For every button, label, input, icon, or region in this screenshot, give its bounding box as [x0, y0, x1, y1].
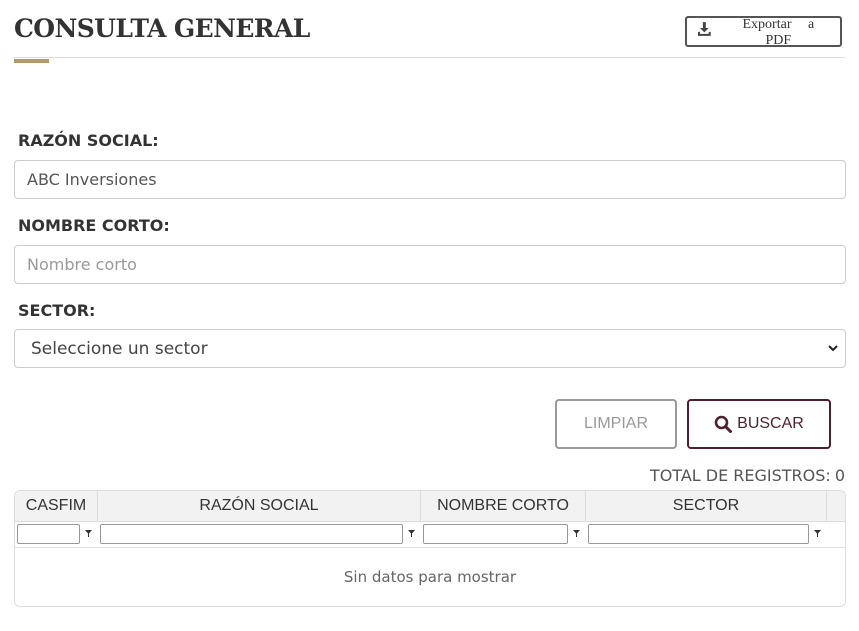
clear-button[interactable]: LIMPIAR: [555, 399, 677, 449]
export-pdf-label: Exportar a PDF: [742, 17, 815, 48]
search-button-label: BUSCAR: [737, 415, 804, 432]
total-records-label: TOTAL DE REGISTROS:: [649, 466, 831, 485]
empty-message: Sin datos para mostrar: [343, 568, 517, 586]
filter-icon[interactable]: [85, 530, 92, 537]
column-header-casfim[interactable]: CASFIM: [15, 491, 98, 521]
column-header-sector[interactable]: SECTOR: [586, 491, 827, 521]
total-records-count: 0: [834, 466, 845, 485]
razon-social-input[interactable]: [14, 160, 846, 199]
download-icon: [698, 21, 711, 36]
sector-label: SECTOR:: [18, 301, 96, 320]
title-accent-bar: [14, 59, 49, 63]
razon-social-label: RAZÓN SOCIAL:: [18, 131, 159, 150]
filter-input-casfim[interactable]: [17, 524, 80, 544]
search-button[interactable]: BUSCAR: [687, 399, 831, 449]
filter-input-nombre-corto[interactable]: [423, 524, 568, 544]
title-divider: [14, 57, 845, 58]
filter-input-sector[interactable]: [588, 524, 809, 544]
column-header-nombre-corto[interactable]: NOMBRE CORTO: [421, 491, 586, 521]
sector-selected-value: Seleccione un sector: [31, 338, 208, 359]
nombre-corto-input[interactable]: [14, 245, 846, 284]
column-header-razon-social[interactable]: RAZÓN SOCIAL: [98, 491, 421, 521]
sector-select[interactable]: Seleccione un sector: [14, 329, 846, 368]
results-grid: CASFIM RAZÓN SOCIAL NOMBRE CORTO SECTOR …: [14, 490, 846, 607]
filter-icon[interactable]: [573, 530, 580, 537]
chevron-down-icon: [828, 345, 838, 352]
page-title: CONSULTA GENERAL: [14, 14, 310, 43]
filter-icon[interactable]: [814, 530, 821, 537]
total-records: TOTAL DE REGISTROS: 0: [646, 466, 845, 485]
export-pdf-button[interactable]: Exportar a PDF: [685, 16, 842, 48]
search-icon: [714, 415, 733, 433]
grid-header: CASFIM RAZÓN SOCIAL NOMBRE CORTO SECTOR: [15, 491, 845, 522]
nombre-corto-label: NOMBRE CORTO:: [18, 216, 170, 235]
filter-icon[interactable]: [408, 530, 415, 537]
grid-filter-row: [15, 522, 845, 548]
filter-input-razon-social[interactable]: [100, 524, 403, 544]
